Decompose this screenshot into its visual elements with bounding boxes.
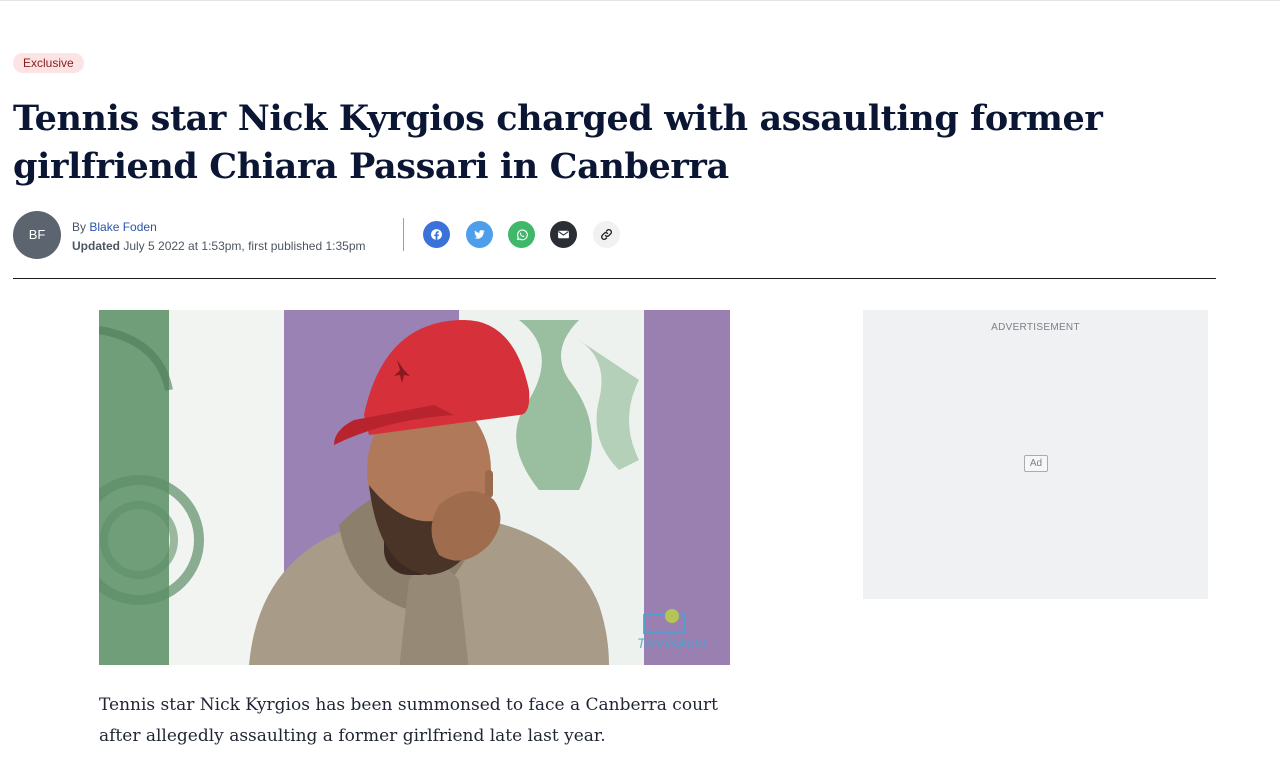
image-watermark: TennisActu (637, 635, 706, 651)
dateline: Updated July 5 2022 at 1:53pm, first pub… (72, 238, 366, 254)
byline-prefix: By (72, 220, 87, 234)
exclusive-badge[interactable]: Exclusive (13, 53, 84, 73)
link-icon (601, 229, 612, 240)
copy-link-button[interactable] (593, 221, 620, 248)
author-avatar[interactable]: BF (13, 211, 61, 259)
article-lede: Tennis star Nick Kyrgios has been summon… (99, 695, 718, 746)
facebook-icon (430, 229, 443, 240)
byline-divider (403, 218, 404, 251)
share-twitter-button[interactable] (466, 221, 493, 248)
byline: By Blake Foden (72, 219, 157, 235)
top-border (0, 0, 1280, 1)
article-headline: Tennis star Nick Kyrgios charged with as… (13, 98, 1103, 187)
share-facebook-button[interactable] (423, 221, 450, 248)
share-whatsapp-button[interactable] (508, 221, 535, 248)
updated-text: July 5 2022 at 1:53pm, first published 1… (123, 239, 366, 253)
updated-label: Updated (72, 239, 120, 253)
hero-image[interactable]: TennisActu (99, 310, 730, 665)
share-email-button[interactable] (550, 221, 577, 248)
whatsapp-icon (516, 228, 528, 240)
ad-choices-mark[interactable]: Ad (1024, 455, 1048, 472)
author-link[interactable]: Blake Foden (89, 220, 156, 234)
advertisement-slot[interactable]: ADVERTISEMENT Ad (863, 310, 1208, 599)
email-icon (558, 230, 569, 239)
advertisement-label: ADVERTISEMENT (991, 322, 1080, 333)
twitter-icon (474, 230, 485, 239)
header-divider (13, 278, 1216, 279)
